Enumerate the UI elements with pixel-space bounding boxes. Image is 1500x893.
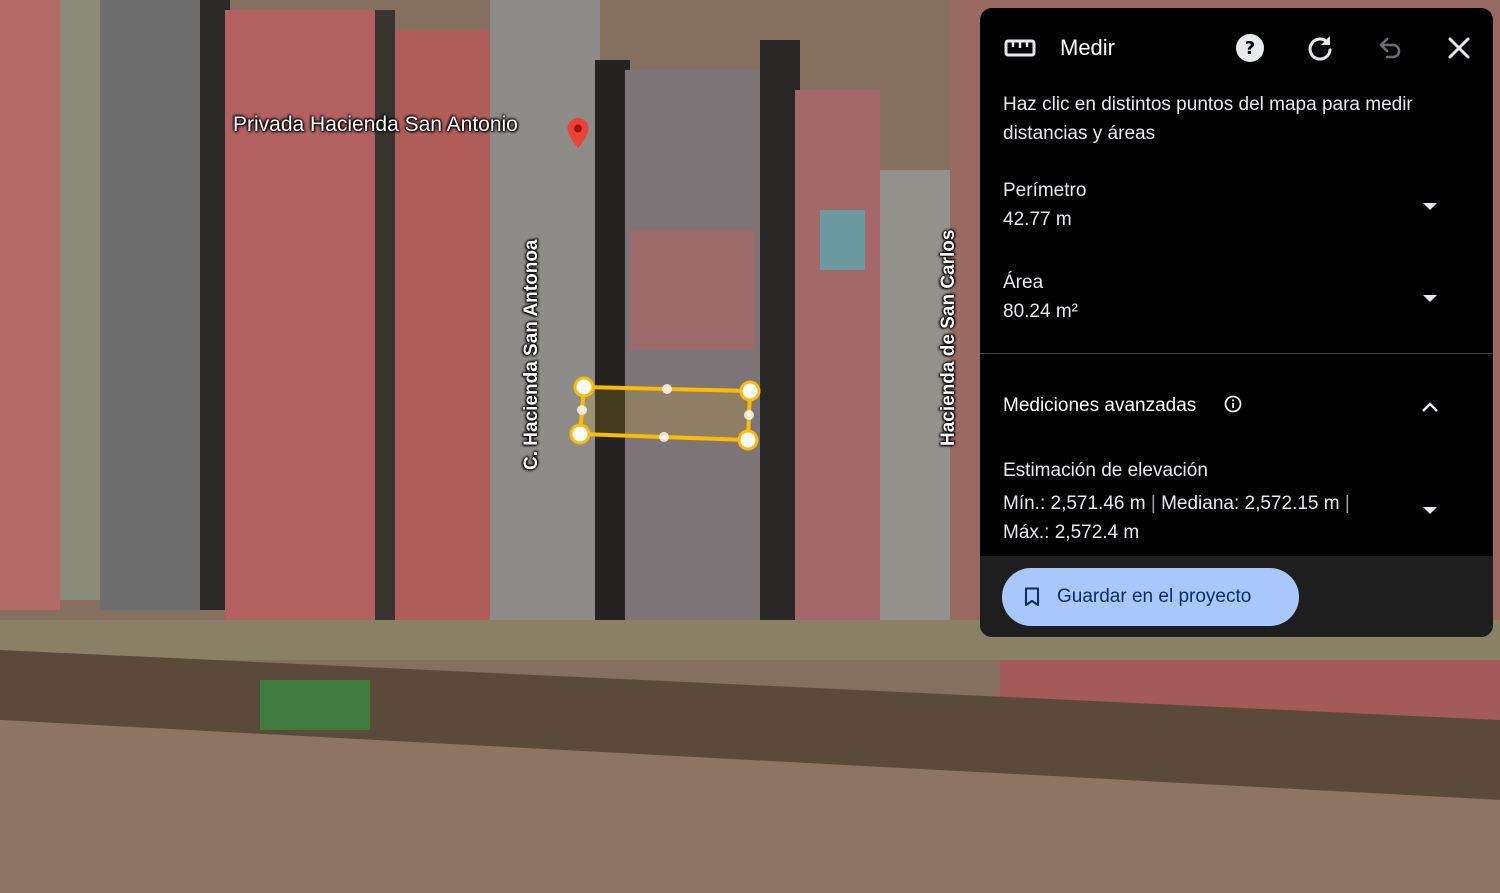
shadow-strip-2	[375, 10, 395, 620]
refresh-button[interactable]	[1304, 32, 1336, 64]
rooftops-row-1	[225, 10, 385, 620]
undo-icon	[1379, 37, 1401, 59]
help-button[interactable]: ?	[1234, 32, 1266, 64]
chevron-down-icon[interactable]	[1420, 500, 1440, 520]
vertex-handle[interactable]	[739, 380, 761, 402]
chevron-down-icon[interactable]	[1420, 288, 1440, 308]
elevation-median: Mediana: 2,572.15 m	[1161, 493, 1340, 514]
instructions-text: Haz clic en distintos puntos del mapa pa…	[1003, 94, 1413, 144]
advanced-measurements-toggle[interactable]: Mediciones avanzadas	[980, 393, 1493, 423]
panel-footer: Guardar en el proyecto	[980, 556, 1493, 637]
close-button[interactable]	[1443, 32, 1475, 64]
area-value: 80.24 m²	[1003, 301, 1078, 322]
rooftops-left	[0, 0, 60, 610]
perimeter-label: Perímetro	[1003, 180, 1087, 201]
save-to-project-label: Guardar en el proyecto	[1057, 586, 1252, 607]
info-icon[interactable]	[1224, 395, 1242, 413]
vertex-handle[interactable]	[573, 376, 595, 398]
street-san-antonio	[490, 0, 600, 630]
street-left	[100, 0, 210, 610]
close-icon	[1448, 37, 1470, 59]
midpoint-handle[interactable]	[659, 432, 669, 442]
midpoint-handle[interactable]	[577, 405, 587, 415]
vertex-handle[interactable]	[569, 423, 591, 445]
svg-text:?: ?	[1245, 38, 1255, 59]
perimeter-row[interactable]: Perímetro 42.77 m	[980, 180, 1493, 260]
rooftop-block	[630, 230, 755, 350]
shadow-strip-4	[760, 40, 800, 660]
green-patch	[260, 680, 370, 730]
map-pin-icon[interactable]	[566, 117, 590, 149]
divider	[980, 353, 1493, 354]
yard-strip	[60, 0, 100, 600]
midpoint-handle[interactable]	[744, 410, 754, 420]
advanced-measurements-label: Mediciones avanzadas	[1003, 395, 1197, 416]
elevation-row[interactable]: Estimación de elevación Mín.: 2,571.46 m…	[980, 460, 1493, 560]
elevation-max: Máx.: 2,572.4 m	[1003, 522, 1140, 543]
refresh-icon	[1308, 36, 1332, 61]
save-to-project-button[interactable]: Guardar en el proyecto	[1002, 568, 1299, 626]
vertex-handle[interactable]	[737, 429, 759, 451]
teal-roof	[820, 210, 865, 270]
street-label: C. Hacienda San Antonoa	[521, 239, 542, 471]
measure-panel: Medir ? Haz clic en distintos puntos del…	[980, 8, 1493, 637]
separator: |	[1150, 493, 1156, 514]
place-label[interactable]: Privada Hacienda San Antonio	[233, 113, 518, 137]
panel-title: Medir	[1060, 35, 1116, 60]
street-label: Hacienda de San Carlos	[938, 229, 959, 446]
elevation-min: Mín.: 2,571.46 m	[1003, 493, 1146, 514]
area-label: Área	[1003, 272, 1044, 293]
chevron-up-icon[interactable]	[1420, 397, 1440, 417]
bookmark-icon	[1025, 587, 1039, 606]
rooftops-row-4	[795, 90, 880, 650]
midpoint-handle[interactable]	[662, 384, 672, 394]
perimeter-value: 42.77 m	[1003, 209, 1072, 230]
undo-button[interactable]	[1374, 32, 1406, 64]
area-row[interactable]: Área 80.24 m²	[980, 272, 1493, 352]
rooftops-row-3	[625, 70, 765, 650]
elevation-label: Estimación de elevación	[1003, 460, 1208, 481]
shadow-strip-3	[595, 60, 630, 640]
help-icon: ?	[1236, 34, 1264, 62]
separator: |	[1344, 493, 1350, 514]
chevron-down-icon[interactable]	[1420, 196, 1440, 216]
elevation-values: Mín.: 2,571.46 m | Mediana: 2,572.15 m |…	[1003, 489, 1393, 547]
measurement-outline	[577, 384, 753, 443]
panel-header: Medir ?	[980, 8, 1493, 88]
ruler-icon	[1004, 39, 1036, 57]
